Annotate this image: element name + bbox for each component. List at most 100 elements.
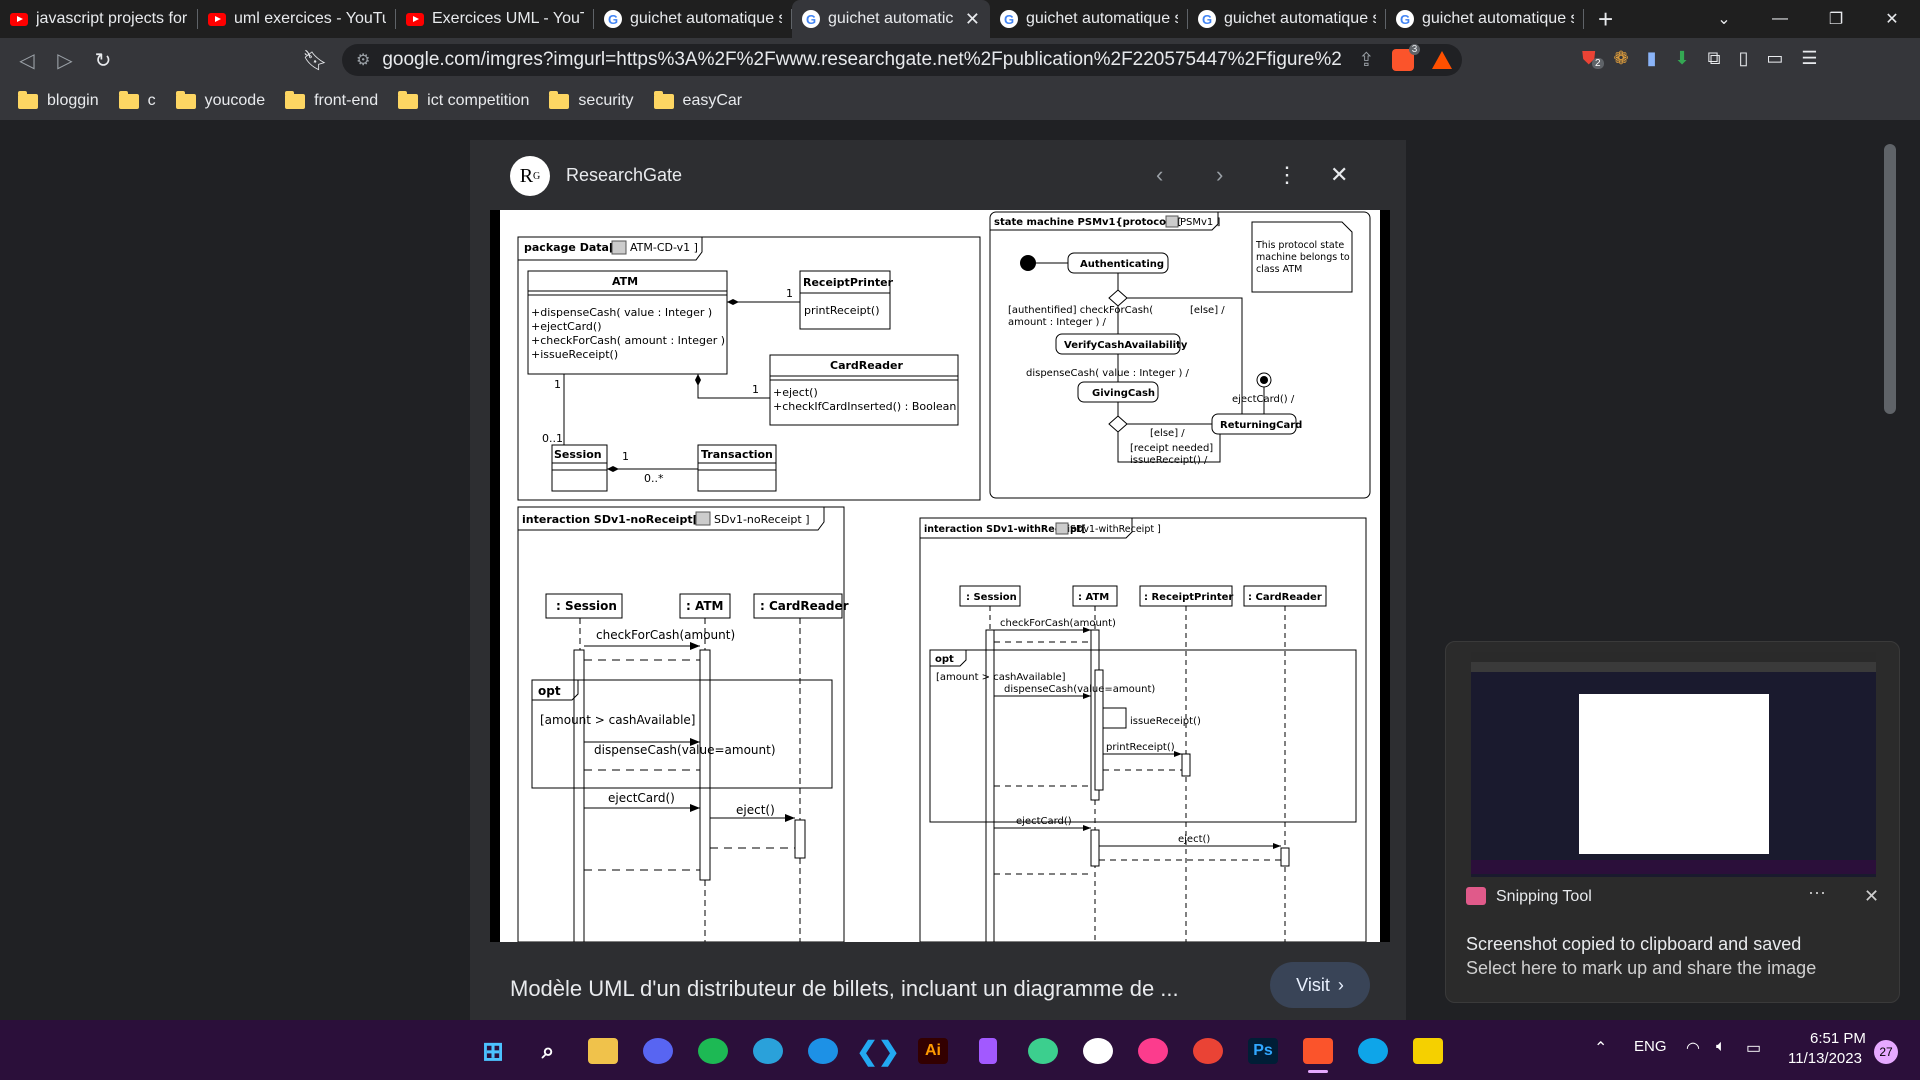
sm-label-1: [authentified] checkForCash( [1008,305,1153,316]
spotify-icon[interactable] [698,1038,728,1064]
tab-2[interactable]: uml exercices - YouTub [198,0,396,38]
image-caption[interactable]: Modèle UML d'un distributeur de billets,… [510,976,1179,1002]
tab-5[interactable]: Gguichet automatic ✕ [792,0,990,38]
chrome-icon[interactable] [1193,1038,1223,1064]
sm-note-1: This protocol state [1255,240,1344,251]
search-icon[interactable]: ⌕ [533,1038,563,1064]
app-icon[interactable] [1028,1038,1058,1064]
uml-diagram-image[interactable]: package Data[ ATM-CD-v1 ] ATM +dispenseC… [490,210,1390,942]
transaction-class-name: Transaction [701,448,773,461]
ublock-icon[interactable]: ⛊ 2 [1582,48,1604,69]
restore-button[interactable]: ❐ [1808,0,1864,38]
tab-8[interactable]: Gguichet automatique s [1386,0,1584,38]
share-icon[interactable]: ⇪ [1358,49,1374,72]
wifi-icon[interactable]: ◠ [1686,1038,1700,1058]
snipping-tool-notification[interactable]: Snipping Tool ··· ✕ Screenshot copied to… [1445,641,1900,1003]
figma-icon[interactable] [979,1038,997,1064]
reload-icon[interactable]: ↻ [84,48,122,73]
bookmark-easycar[interactable]: easyCar [653,90,742,110]
more-options-icon[interactable]: ⋮ [1276,162,1298,188]
next-icon[interactable]: › [1216,162,1223,188]
state-verify-label: VerifyCashAvailability [1064,340,1188,351]
screenshot-thumbnail[interactable] [1471,652,1876,877]
folder-icon [549,90,570,109]
close-tab-icon[interactable]: ✕ [965,9,980,30]
telegram-icon[interactable] [753,1038,783,1064]
previous-icon[interactable]: ‹ [1156,162,1163,188]
source-name[interactable]: ResearchGate [566,165,682,186]
bookmark-c[interactable]: c [118,90,156,110]
minimize-button[interactable]: — [1752,0,1808,38]
tab-label: Exercices UML - YouTub [432,10,584,27]
google-icon: G [604,10,622,28]
address-bar[interactable]: ⚙ google.com/imgres?imgurl=https%3A%2F%2… [342,44,1462,76]
vscode-icon[interactable]: ❮❯ [856,1036,900,1066]
tab-search-icon[interactable]: ⌄ [1696,0,1752,38]
music-icon[interactable] [1138,1038,1168,1064]
player-icon[interactable] [1413,1038,1443,1064]
site-info-icon[interactable]: ⚙ [356,50,370,70]
cookie-icon[interactable]: ❁ [1614,48,1629,69]
bookmark-label: security [578,92,634,109]
sidebar-icon[interactable]: ▯ [1738,48,1748,69]
snipping-tool-icon [1466,887,1486,905]
document-icon[interactable]: ▮ [1647,48,1657,69]
menu-icon[interactable]: ☰ [1801,48,1817,69]
notification-count-badge[interactable]: 27 [1874,1040,1898,1064]
tab-list: javascript projects for p uml exercices -… [0,0,1584,38]
sm-title: state machine PSMv1{protocol}[ [994,217,1181,228]
wallet-icon[interactable]: ▭ [1766,48,1783,69]
download-icon[interactable]: ⬇ [1675,48,1690,69]
battery-icon[interactable]: ▭ [1746,1038,1761,1058]
scrollbar-thumb[interactable] [1884,144,1896,414]
tab-separator [1583,9,1584,29]
illustrator-icon[interactable]: Ai [918,1038,948,1064]
close-window-button[interactable]: ✕ [1864,0,1920,38]
clock-date[interactable]: 11/13/2023 [1788,1050,1862,1067]
brave-rewards-icon[interactable] [1432,51,1453,69]
mult-atm-reader: 1 [752,383,759,396]
tray-chevron-icon[interactable]: ⌃ [1594,1038,1607,1058]
docker-icon[interactable] [808,1038,838,1064]
file-explorer-icon[interactable] [588,1038,618,1064]
active-app-indicator [1308,1070,1328,1073]
brave-icon[interactable] [1303,1038,1333,1064]
sd1-msg-1: checkForCash(amount) [596,628,735,642]
extensions-icon[interactable]: ⧉ [1708,48,1721,69]
language-indicator[interactable]: ENG [1634,1038,1667,1055]
tab-3[interactable]: Exercices UML - YouTub [396,0,594,38]
tab-7[interactable]: Gguichet automatique s [1188,0,1386,38]
tab-4[interactable]: Gguichet automatique s [594,0,792,38]
bookmark-front-end[interactable]: front-end [285,90,378,110]
bookmark-youcode[interactable]: youcode [175,90,266,110]
clock-time[interactable]: 6:51 PM [1810,1030,1866,1047]
google-icon: G [1396,10,1414,28]
bookmark-label: youcode [204,92,266,109]
discord-icon[interactable] [643,1038,673,1064]
shield-badge: 3 [1408,44,1421,55]
volume-icon[interactable]: 🔈︎ [1716,1038,1726,1056]
sm-ref: PSMv1 ] [1180,217,1220,228]
brave-shields-icon[interactable]: 3 [1392,44,1421,71]
mongodb-icon[interactable] [1083,1038,1113,1064]
start-icon[interactable]: ⊞ [478,1036,508,1066]
forward-icon[interactable]: ▷ [46,48,84,73]
sd2-lifeline-session: : Session [966,592,1017,603]
visit-button[interactable]: Visit › [1270,962,1370,1008]
bookmark-security[interactable]: security [549,90,634,110]
tab-6[interactable]: Gguichet automatique s [990,0,1188,38]
photoshop-icon[interactable]: Ps [1248,1038,1278,1064]
sd1-ref: SDv1-noReceipt ] [714,513,810,526]
bookmark-bloggin[interactable]: bloggin [18,90,99,110]
close-viewer-icon[interactable]: ✕ [1330,162,1348,188]
bookmark-ict-competition[interactable]: ict competition [398,90,529,110]
sm-label-8: issueReceipt() / [1130,455,1208,466]
edge-icon[interactable] [1358,1038,1388,1064]
bookmark-icon[interactable]: 🔖︎ [296,48,334,73]
more-options-icon[interactable]: ··· [1808,882,1826,903]
tab-1[interactable]: javascript projects for p [0,0,198,38]
back-icon[interactable]: ◁ [8,48,46,73]
new-tab-button[interactable]: + [1598,4,1613,35]
toast-title: Screenshot copied to clipboard and saved [1466,934,1802,954]
close-notification-icon[interactable]: ✕ [1864,886,1879,907]
